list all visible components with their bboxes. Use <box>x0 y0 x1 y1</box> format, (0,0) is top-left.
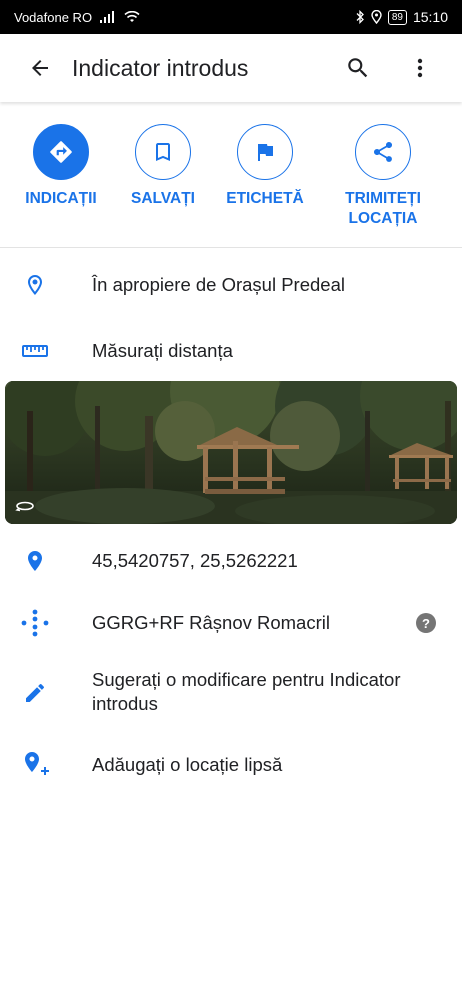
save-button[interactable]: SALVAȚI <box>108 124 218 209</box>
nearby-text: În apropiere de Orașul Predeal <box>92 274 345 295</box>
share-button[interactable]: TRIMITEȚI LOCAȚIA <box>328 124 438 229</box>
signal-icon <box>100 11 115 23</box>
divider <box>0 247 462 248</box>
share-label: TRIMITEȚI LOCAȚIA <box>345 190 421 227</box>
back-button[interactable] <box>20 48 60 88</box>
status-bar: Vodafone RO 89 15:10 <box>0 0 462 34</box>
bluetooth-icon <box>356 10 364 24</box>
back-arrow-icon <box>32 60 48 76</box>
add-location-icon <box>20 750 50 780</box>
nearby-row[interactable]: În apropiere de Orașul Predeal <box>0 270 462 300</box>
directions-label: INDICAȚII <box>25 190 97 207</box>
location-status-icon <box>371 10 382 24</box>
plus-code-row[interactable]: GGRG+RF Râșnov Romacril ? <box>0 608 462 638</box>
more-vert-icon <box>417 58 423 78</box>
search-icon <box>348 58 368 78</box>
save-label: SALVAȚI <box>130 190 195 207</box>
pin-icon <box>20 546 50 576</box>
measure-distance-text: Măsurați distanța <box>92 340 233 361</box>
share-circle[interactable] <box>355 124 411 180</box>
street-view-photo[interactable] <box>5 381 457 524</box>
search-button[interactable] <box>338 48 378 88</box>
plus-code-text: GGRG+RF Râșnov Romacril <box>92 612 330 633</box>
share-icon <box>373 141 393 162</box>
save-circle[interactable] <box>135 124 191 180</box>
clock: 15:10 <box>412 9 448 25</box>
photo-scene <box>5 381 457 524</box>
label-button[interactable]: ETICHETĂ <box>210 124 320 209</box>
app-bar: Indicator introdus <box>0 34 462 102</box>
carrier-name: Vodafone RO <box>14 9 93 25</box>
edit-icon <box>20 678 50 708</box>
wifi-icon <box>124 11 140 22</box>
suggest-edit-row[interactable]: Sugerați o modificare pentru Indicator i… <box>0 668 462 718</box>
coordinates-row[interactable]: 45,5420757, 25,5262221 <box>0 546 462 576</box>
directions-button[interactable]: INDICAȚII <box>6 124 116 209</box>
plus-code-icon <box>20 608 50 638</box>
page-title: Indicator introdus <box>72 54 249 81</box>
label-label: ETICHETĂ <box>226 190 304 207</box>
pin-outline-icon <box>20 270 50 300</box>
add-missing-place-text: Adăugați o locație lipsă <box>92 754 283 775</box>
directions-circle[interactable] <box>33 124 89 180</box>
panorama-360-icon <box>15 501 34 512</box>
action-buttons: INDICAȚII SALVAȚI ETICHETĂ TRIMITEȚI LOC… <box>0 124 462 248</box>
measure-distance-row[interactable]: Măsurați distanța <box>0 336 462 366</box>
bookmark-icon <box>156 143 170 161</box>
directions-icon <box>50 141 72 163</box>
coordinates-text: 45,5420757, 25,5262221 <box>92 550 298 571</box>
help-icon[interactable]: ? <box>416 613 436 633</box>
battery-indicator: 89 <box>387 9 407 25</box>
ruler-icon <box>20 336 50 366</box>
more-options-button[interactable] <box>400 48 440 88</box>
suggest-edit-text: Sugerați o modificare pentru Indicator i… <box>92 669 401 714</box>
label-circle[interactable] <box>237 124 293 180</box>
flag-icon <box>258 144 273 161</box>
add-missing-place-row[interactable]: Adăugați o locație lipsă <box>0 750 462 780</box>
